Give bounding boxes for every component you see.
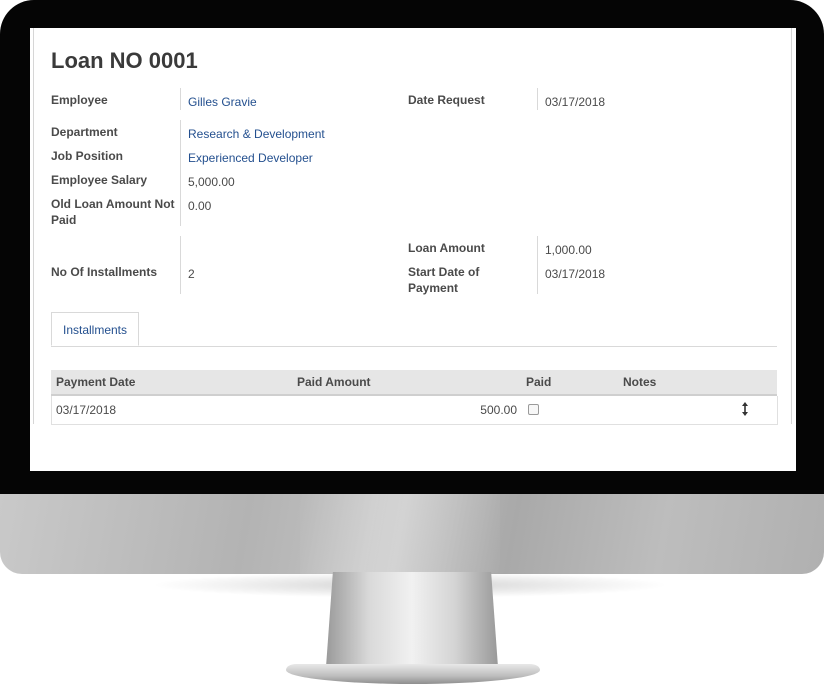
job-position-label: Job Position <box>51 149 123 163</box>
job-position-link[interactable]: Experienced Developer <box>188 150 313 166</box>
installments-count-value: 2 <box>188 267 195 281</box>
employee-salary-value: 5,000.00 <box>188 175 235 189</box>
column-header-paid[interactable]: Paid <box>526 375 551 389</box>
table-row[interactable]: 03/17/2018 500.00 <box>51 396 778 425</box>
old-loan-amount-value: 0.00 <box>188 199 212 213</box>
monitor-stand-neck <box>326 572 498 667</box>
monitor-chin-reflection <box>300 494 500 574</box>
loan-amount-label: Loan Amount <box>408 241 485 255</box>
page-title: Loan NO 0001 <box>51 48 198 73</box>
monitor-stand-base <box>286 664 540 684</box>
department-label: Department <box>51 125 118 139</box>
tab-bar-divider <box>51 346 777 347</box>
checkbox-icon[interactable] <box>528 404 539 415</box>
employee-link[interactable]: Gilles Gravie <box>188 94 257 110</box>
date-request-label: Date Request <box>408 93 485 107</box>
monitor-screen: Loan NO 0001 Employee Department Job Pos… <box>30 28 796 471</box>
installments-count-label: No Of Installments <box>51 265 158 279</box>
installments-table-header: Payment Date Paid Amount Paid Notes <box>51 370 777 396</box>
loan-amount-value: 1,000.00 <box>545 243 592 257</box>
old-loan-amount-label: Old Loan Amount Not Paid <box>51 197 175 227</box>
employee-salary-label: Employee Salary <box>51 173 148 187</box>
column-header-paid-amount[interactable]: Paid Amount <box>297 375 371 389</box>
form-sheet: Loan NO 0001 Employee Department Job Pos… <box>33 28 792 425</box>
start-date-value: 03/17/2018 <box>545 267 606 281</box>
field-separator <box>537 236 538 294</box>
field-separator <box>180 88 181 110</box>
column-header-notes[interactable]: Notes <box>623 375 656 389</box>
field-separator <box>180 120 181 226</box>
payment-date-cell: 03/17/2018 <box>56 403 117 417</box>
start-date-label: Start Date of Payment <box>408 265 480 295</box>
field-separator <box>537 88 538 110</box>
drag-handle-icon[interactable] <box>741 401 749 417</box>
field-separator <box>180 236 181 294</box>
tab-installments[interactable]: Installments <box>51 312 139 346</box>
paid-amount-cell: 500.00 <box>480 403 517 417</box>
employee-label: Employee <box>51 93 108 107</box>
date-request-value: 03/17/2018 <box>545 95 606 109</box>
column-header-payment-date[interactable]: Payment Date <box>56 375 135 389</box>
department-link[interactable]: Research & Development <box>188 126 325 142</box>
